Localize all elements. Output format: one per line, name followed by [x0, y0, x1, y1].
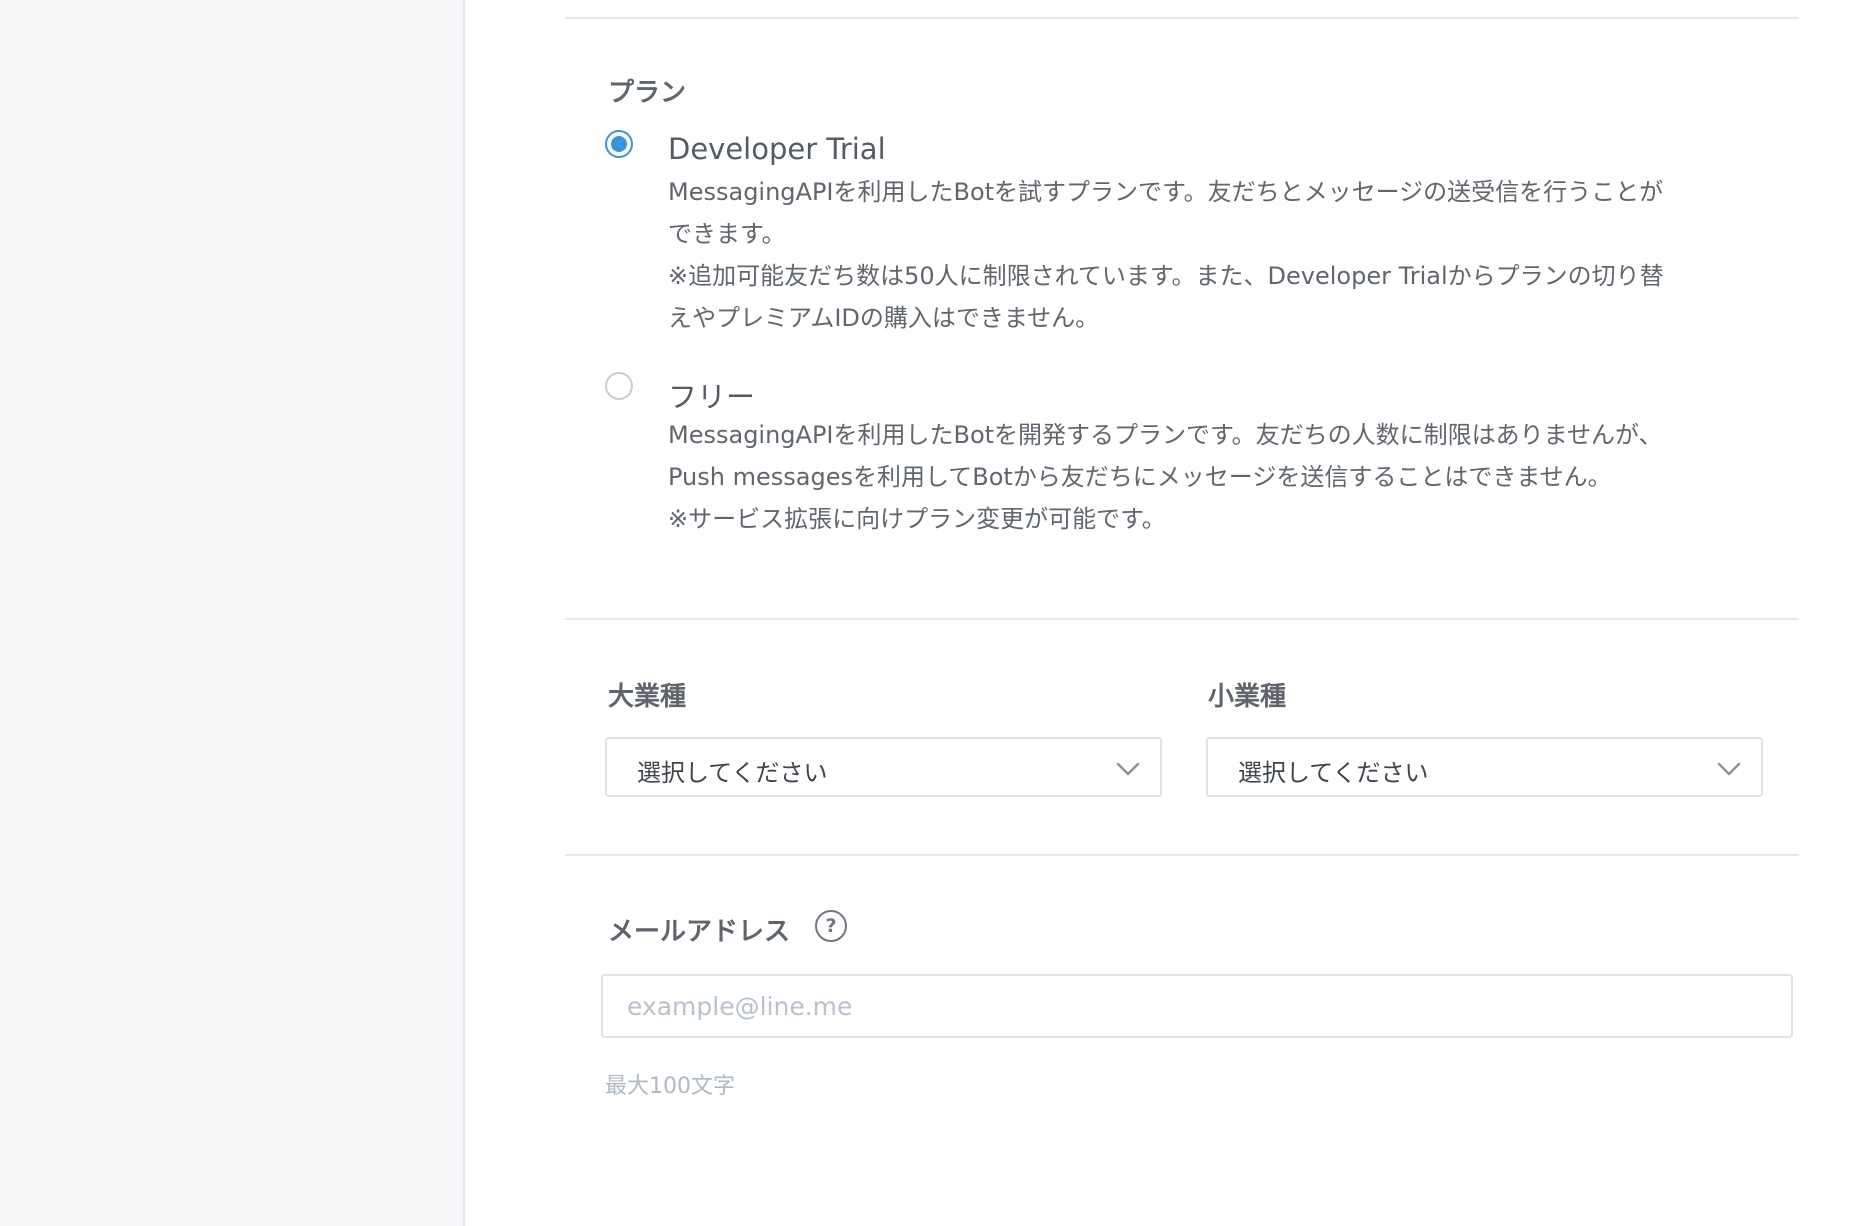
- major-industry-select[interactable]: 選択してください: [605, 737, 1162, 797]
- minor-industry-select[interactable]: 選択してください: [1206, 737, 1763, 797]
- radio-selected-dot: [611, 136, 627, 152]
- industry-divider: [565, 854, 1799, 856]
- email-max-length-hint: 最大100文字: [605, 1074, 735, 1099]
- plan-radio-developer-trial[interactable]: [605, 130, 633, 158]
- description-line: えやプレミアムIDの購入はできません。: [668, 304, 1100, 332]
- sidebar: [0, 0, 465, 1226]
- description-line: Push messagesを利用してBotから友だちにメッセージを送信することは…: [668, 463, 1612, 491]
- plan-option-free-title[interactable]: フリー: [668, 374, 755, 416]
- chevron-down-icon: [1116, 762, 1140, 776]
- plan-label: プラン: [608, 78, 687, 108]
- major-industry-label: 大業種: [608, 682, 687, 712]
- major-industry-select-value: 選択してください: [637, 759, 828, 787]
- top-divider: [565, 17, 1799, 19]
- description-line: ※サービス拡張に向けプラン変更が可能です。: [668, 505, 1166, 533]
- plan-radio-free[interactable]: [605, 372, 633, 400]
- description-line: MessagingAPIを利用したBotを開発するプランです。友だちの人数に制限…: [668, 421, 1663, 449]
- minor-industry-select-value: 選択してください: [1238, 759, 1429, 787]
- description-line: ※追加可能友だち数は50人に制限されています。また、Developer Tria…: [668, 262, 1664, 290]
- chevron-down-icon: [1717, 762, 1741, 776]
- description-line: できます。: [668, 220, 786, 248]
- plan-divider: [565, 618, 1799, 620]
- plan-option-free-description: MessagingAPIを利用したBotを開発するプランです。友だちの人数に制限…: [668, 414, 1788, 540]
- email-label: メールアドレス: [608, 917, 791, 947]
- question-circle-icon[interactable]: ?: [815, 910, 847, 942]
- plan-option-developer-trial-title[interactable]: Developer Trial: [668, 132, 886, 166]
- main-content: プラン Developer Trial MessagingAPIを利用したBot…: [465, 0, 1866, 1226]
- minor-industry-label: 小業種: [1208, 682, 1287, 712]
- plan-option-developer-trial-description: MessagingAPIを利用したBotを試すプランです。友だちとメッセージの送…: [668, 171, 1788, 339]
- email-input[interactable]: [601, 974, 1793, 1038]
- description-line: MessagingAPIを利用したBotを試すプランです。友だちとメッセージの送…: [668, 178, 1664, 206]
